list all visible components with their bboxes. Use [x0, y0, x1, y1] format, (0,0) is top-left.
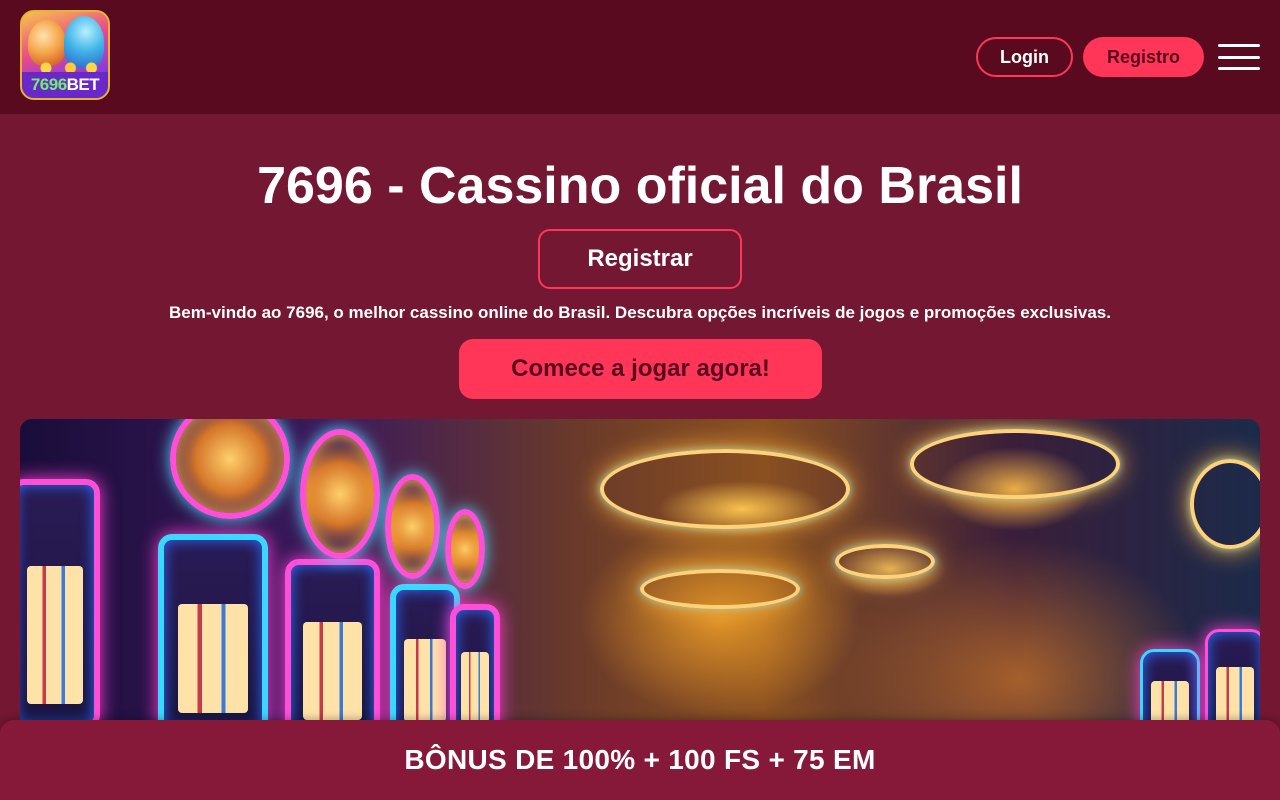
- chandelier: [835, 544, 935, 579]
- login-button[interactable]: Login: [976, 37, 1073, 77]
- page-title: 7696 - Cassino oficial do Brasil: [257, 157, 1023, 215]
- hamburger-menu-icon[interactable]: [1218, 44, 1260, 70]
- bonus-text: BÔNUS DE 100% + 100 FS + 75 EM: [404, 744, 876, 775]
- logo-character-dragon: [64, 16, 104, 68]
- logo-brand-text: 7696 BET: [22, 72, 108, 98]
- neon-wheel: [445, 509, 485, 589]
- casino-banner-image: [20, 419, 1260, 739]
- chandelier: [640, 569, 800, 609]
- registrar-button[interactable]: Registrar: [538, 229, 742, 289]
- slot-machine: [158, 534, 268, 734]
- chandelier: [1190, 459, 1260, 549]
- chandelier: [910, 429, 1120, 499]
- bonus-banner[interactable]: BÔNUS DE 100% + 100 FS + 75 EM: [0, 720, 1280, 800]
- neon-wheel: [300, 429, 380, 559]
- slot-machine: [285, 559, 380, 739]
- welcome-text: Bem-vindo ao 7696, o melhor cassino onli…: [169, 303, 1111, 322]
- logo-character-tiger: [28, 20, 66, 66]
- neon-wheel: [170, 419, 290, 519]
- site-logo[interactable]: 7696 BET: [20, 10, 110, 100]
- slot-machine: [450, 604, 500, 739]
- menu-line: [1218, 44, 1260, 47]
- site-header: 7696 BET Login Registro: [0, 0, 1280, 114]
- logo-brand: BET: [66, 75, 100, 94]
- menu-line: [1218, 55, 1260, 59]
- chandelier: [600, 449, 850, 529]
- start-playing-button[interactable]: Comece a jogar agora!: [459, 339, 822, 399]
- slot-machine: [20, 479, 100, 729]
- registro-button[interactable]: Registro: [1083, 37, 1204, 77]
- menu-line: [1218, 67, 1260, 70]
- logo-number: 7696: [30, 75, 67, 94]
- neon-wheel: [385, 474, 440, 579]
